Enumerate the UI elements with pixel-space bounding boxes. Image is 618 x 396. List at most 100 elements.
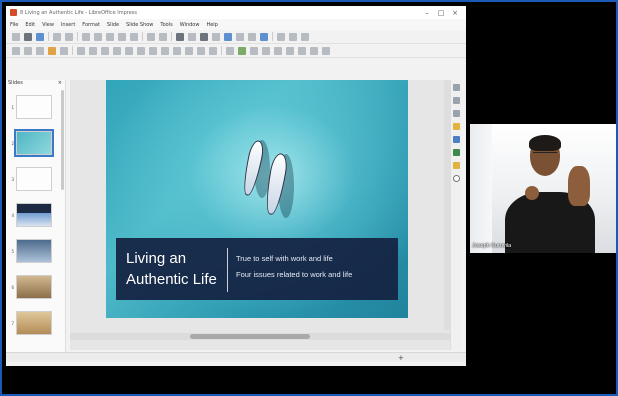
line-icon[interactable] <box>77 46 85 55</box>
fill-color-icon[interactable] <box>48 46 56 55</box>
special-character-icon[interactable] <box>289 32 297 41</box>
print-icon[interactable] <box>65 32 73 41</box>
slide-thumbnail-row[interactable]: 6 <box>6 269 65 305</box>
flowchart-icon[interactable] <box>185 46 193 55</box>
slide-thumbnail[interactable] <box>16 275 52 299</box>
start-show-icon[interactable] <box>212 32 220 41</box>
stars-icon[interactable] <box>209 46 217 55</box>
menu-window[interactable]: Window <box>180 22 200 28</box>
slide-thumbnail[interactable] <box>16 203 52 227</box>
slide-bullet-1[interactable]: True to self with work and life <box>236 254 333 263</box>
horizontal-scrollbar-thumb[interactable] <box>190 334 310 339</box>
rotate-icon[interactable] <box>250 46 258 55</box>
slide-thumbnail[interactable] <box>14 129 54 157</box>
styles-icon[interactable] <box>453 136 460 143</box>
connectors-icon[interactable] <box>137 46 145 55</box>
slide-transition-icon[interactable] <box>453 97 460 104</box>
slide-bullet-2[interactable]: Four issues related to work and life <box>236 270 352 279</box>
menu-view[interactable]: View <box>42 22 54 28</box>
fontwork-icon[interactable] <box>301 32 309 41</box>
image-icon[interactable] <box>236 32 244 41</box>
lines-arrows-icon[interactable] <box>113 46 121 55</box>
media-icon[interactable] <box>248 32 256 41</box>
menu-help[interactable]: Help <box>206 22 217 28</box>
menu-file[interactable]: File <box>10 22 18 28</box>
points-icon[interactable] <box>226 46 234 55</box>
glue-icon[interactable] <box>238 46 246 55</box>
slide-canvas[interactable]: Living an Authentic Life True to self wi… <box>106 80 408 318</box>
ellipse-icon[interactable] <box>101 46 109 55</box>
cut-icon[interactable] <box>82 32 90 41</box>
master-slides-icon[interactable] <box>453 123 460 130</box>
close-pane-icon[interactable]: × <box>58 80 62 89</box>
slide-number: 7 <box>11 320 14 326</box>
menu-tools[interactable]: Tools <box>160 22 172 28</box>
menu-edit[interactable]: Edit <box>25 22 35 28</box>
slide-number: 3 <box>11 176 14 182</box>
undo-icon[interactable] <box>118 32 126 41</box>
save-icon[interactable] <box>36 32 44 41</box>
navigator-icon[interactable] <box>453 162 460 169</box>
participant-name-tag: Joseph Kuruvila <box>472 243 512 249</box>
menu-slide[interactable]: Slide <box>107 22 119 28</box>
title-box[interactable]: Living an Authentic Life True to self wi… <box>116 238 398 300</box>
animation-icon[interactable] <box>453 110 460 117</box>
select-icon[interactable] <box>12 46 20 55</box>
chart-icon[interactable] <box>260 32 268 41</box>
impress-app-icon <box>10 9 17 16</box>
spelling-icon[interactable] <box>159 32 167 41</box>
export-pdf-icon[interactable] <box>53 32 61 41</box>
arrange-icon[interactable] <box>274 46 282 55</box>
minimize-icon[interactable]: – <box>420 9 434 17</box>
shadow-icon[interactable] <box>286 46 294 55</box>
text-icon[interactable] <box>36 46 44 55</box>
find-icon[interactable] <box>147 32 155 41</box>
slides-pane-scrollbar[interactable] <box>61 90 64 190</box>
slide-thumbnail-row[interactable]: 3 <box>6 161 65 197</box>
copy-icon[interactable] <box>94 32 102 41</box>
open-icon[interactable] <box>24 32 32 41</box>
slide-thumbnail[interactable] <box>16 311 52 335</box>
slide-thumbnail-row[interactable]: 1 <box>6 89 65 125</box>
extrusion-icon[interactable] <box>322 46 330 55</box>
zoom-icon[interactable] <box>24 46 32 55</box>
redo-icon[interactable] <box>130 32 138 41</box>
rectangle-icon[interactable] <box>89 46 97 55</box>
block-arrows-icon[interactable] <box>173 46 181 55</box>
horizontal-scrollbar[interactable] <box>70 333 450 340</box>
slide-title[interactable]: Living an Authentic Life <box>126 248 226 290</box>
menu-slide-show[interactable]: Slide Show <box>126 22 153 28</box>
grid-icon[interactable] <box>176 32 184 41</box>
curves-icon[interactable] <box>125 46 133 55</box>
slide-thumbnail[interactable] <box>16 239 52 263</box>
basic-shapes-icon[interactable] <box>149 46 157 55</box>
line-color-icon[interactable] <box>60 46 68 55</box>
display-views-icon[interactable] <box>188 32 196 41</box>
align-icon[interactable] <box>262 46 270 55</box>
slide-thumbnail-row[interactable]: 5 <box>6 233 65 269</box>
master-slide-icon[interactable] <box>200 32 208 41</box>
slide-thumbnail[interactable] <box>16 167 52 191</box>
close-icon[interactable]: × <box>448 9 462 17</box>
paste-icon[interactable] <box>106 32 114 41</box>
symbol-shapes-icon[interactable] <box>161 46 169 55</box>
slide-thumbnail-row[interactable]: 7 <box>6 305 65 341</box>
maximize-icon[interactable]: □ <box>434 9 448 17</box>
crop-icon[interactable] <box>298 46 306 55</box>
slide-thumbnail-row[interactable]: 2 <box>6 125 65 161</box>
slide-thumbnail-row[interactable]: 4 <box>6 197 65 233</box>
properties-icon[interactable] <box>453 84 460 91</box>
table-icon[interactable] <box>224 32 232 41</box>
title-bar: 8 Living an Authentic Life - LibreOffice… <box>6 6 466 19</box>
window-title: 8 Living an Authentic Life - LibreOffice… <box>20 9 137 16</box>
filter-icon[interactable] <box>310 46 318 55</box>
callouts-icon[interactable] <box>197 46 205 55</box>
menu-insert[interactable]: Insert <box>61 22 75 28</box>
slide-thumbnail[interactable] <box>16 95 52 119</box>
new-icon[interactable] <box>12 32 20 41</box>
textbox-icon[interactable] <box>277 32 285 41</box>
zoom-in-icon[interactable]: + <box>398 354 404 362</box>
menu-format[interactable]: Format <box>82 22 100 28</box>
shapes-icon[interactable] <box>453 175 460 182</box>
gallery-icon[interactable] <box>453 149 460 156</box>
